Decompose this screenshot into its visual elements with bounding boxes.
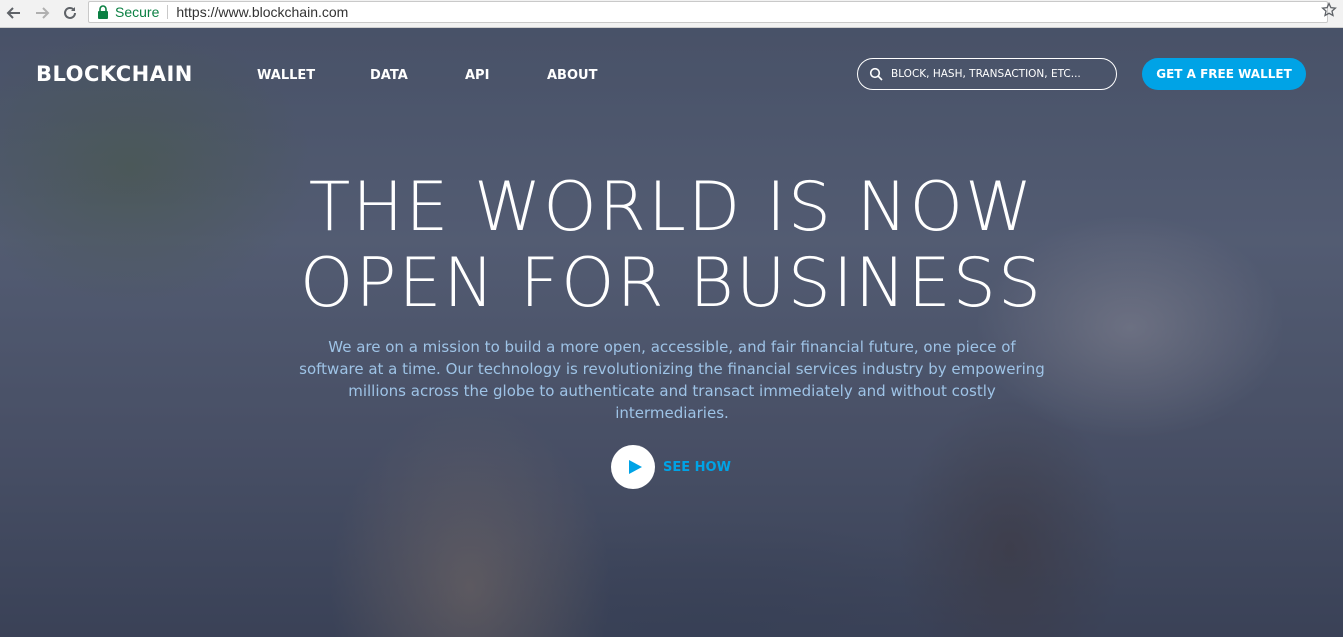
secure-label: Secure: [115, 4, 160, 20]
get-free-wallet-button[interactable]: GET A FREE WALLET: [1142, 58, 1306, 90]
nav-item-about[interactable]: ABOUT: [547, 68, 597, 83]
mission-text: We are on a mission to build a more open…: [299, 338, 1045, 422]
lock-icon: [98, 5, 108, 19]
blockchain-logo[interactable]: BLOCKCHAIN: [36, 62, 193, 86]
url-text: https://www.blockchain.com: [176, 4, 349, 20]
back-button[interactable]: [4, 3, 24, 23]
search-icon: [869, 67, 883, 81]
nav-item-api[interactable]: API: [465, 68, 489, 83]
hero-section: BLOCKCHAIN WALLET DATA API ABOUT GET A F…: [0, 28, 1343, 637]
reload-icon: [64, 6, 76, 19]
see-how-button[interactable]: SEE HOW: [611, 445, 731, 489]
search-box[interactable]: [857, 58, 1117, 90]
back-arrow-icon: [6, 7, 20, 19]
forward-arrow-icon: [36, 7, 50, 19]
address-bar[interactable]: Secure https://www.blockchain.com: [88, 1, 1328, 23]
reload-button[interactable]: [60, 3, 80, 23]
play-button[interactable]: [611, 445, 655, 489]
browser-toolbar: Secure https://www.blockchain.com: [0, 0, 1343, 28]
see-how-label[interactable]: SEE HOW: [663, 460, 731, 475]
divider: [167, 5, 169, 19]
play-icon: [628, 460, 642, 474]
nav-item-wallet[interactable]: WALLET: [257, 68, 315, 83]
nav-item-data[interactable]: DATA: [370, 68, 408, 83]
forward-button[interactable]: [32, 3, 52, 23]
search-input[interactable]: [891, 68, 1111, 80]
headline-line-1: THE WORLD IS NOW: [308, 168, 1035, 247]
star-icon[interactable]: [1321, 2, 1337, 18]
headline-line-2: OPEN FOR BUSINESS: [299, 244, 1044, 323]
